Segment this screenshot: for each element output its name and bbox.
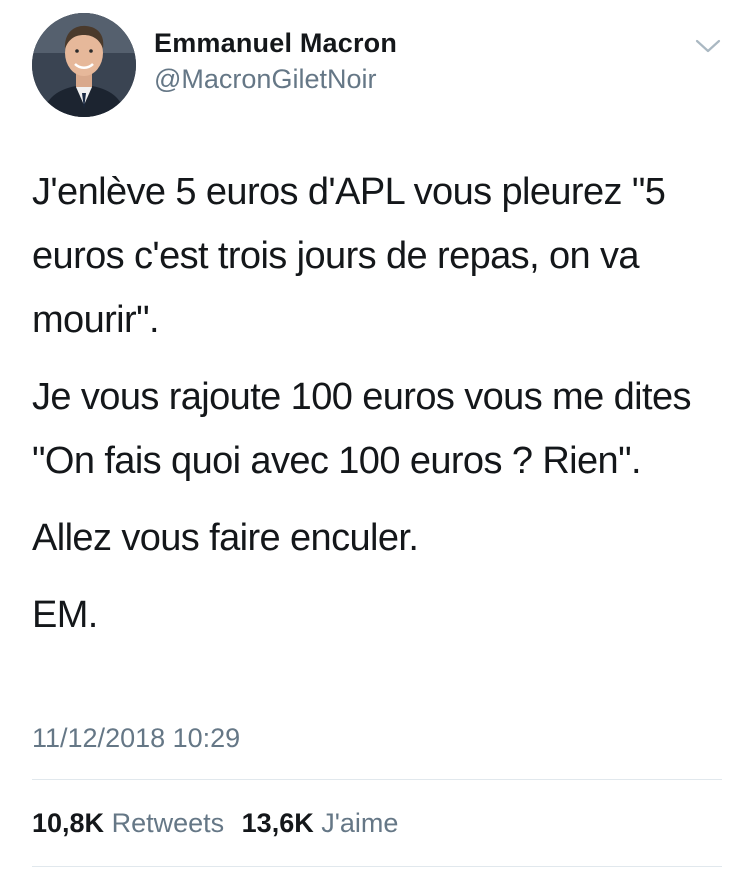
tweet-text: J'enlève 5 euros d'APL vous pleurez "5 e… [32,160,722,660]
avatar[interactable] [32,13,136,117]
chevron-down-icon[interactable] [693,36,723,56]
retweets-count: 10,8K [32,808,105,838]
author-display-name[interactable]: Emmanuel Macron [154,28,397,59]
retweets-stat[interactable]: 10,8K Retweets [32,808,224,839]
tweet-paragraph: Je vous rajoute 100 euros vous me dites … [32,376,691,482]
divider [32,866,722,867]
divider [32,779,722,780]
author-handle[interactable]: @MacronGiletNoir [154,64,376,95]
tweet-paragraph: Allez vous faire enculer. [32,517,419,559]
tweet-paragraph: J'enlève 5 euros d'APL vous pleurez "5 e… [32,171,666,341]
tweet-paragraph: EM. [32,594,98,636]
likes-count: 13,6K [241,808,314,838]
avatar-image [32,13,136,117]
retweets-label: Retweets [111,808,225,838]
likes-label: J'aime [321,808,399,838]
likes-stat[interactable]: 13,6K J'aime [242,808,399,839]
tweet-timestamp[interactable]: 11/12/2018 10:29 [32,723,240,754]
tweet-stats: 10,8K Retweets 13,6K J'aime [32,808,408,839]
